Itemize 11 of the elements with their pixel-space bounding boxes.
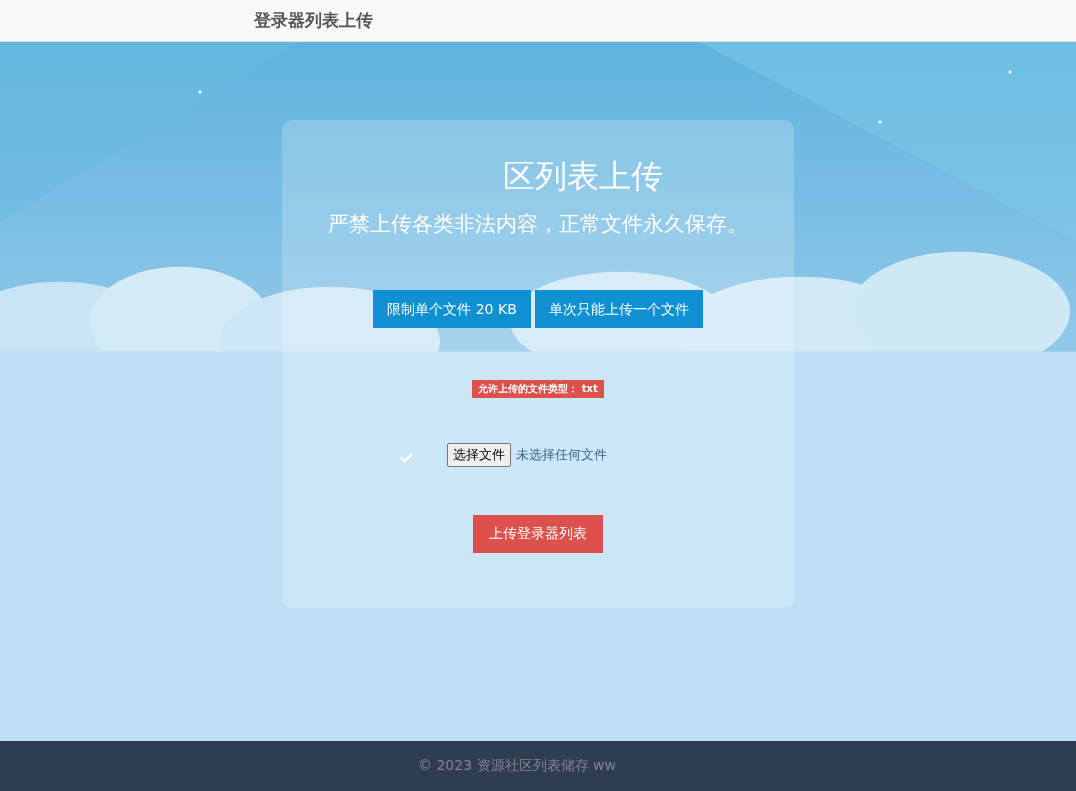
limit-label: 限制单个文件 20 KB — [373, 290, 531, 328]
site-title: 登录器列表上传 — [254, 9, 373, 32]
file-status-text: 未选择任何文件 — [515, 446, 607, 464]
file-type-badge: 允许上传的文件类型： txt — [472, 380, 604, 398]
upload-button[interactable]: 上传登录器列表 — [473, 515, 603, 553]
limit-label: 单次只能上传一个文件 — [534, 290, 703, 328]
card-title: 区列表上传 — [503, 156, 663, 196]
notice-text: 严禁上传各类非法内容，正常文件永久保存。 — [328, 211, 748, 238]
check-icon — [399, 451, 413, 463]
copyright-text: © 2023 资源社区列表储存 ww — [418, 757, 616, 775]
choose-file-button[interactable]: 选择文件 — [446, 443, 511, 467]
